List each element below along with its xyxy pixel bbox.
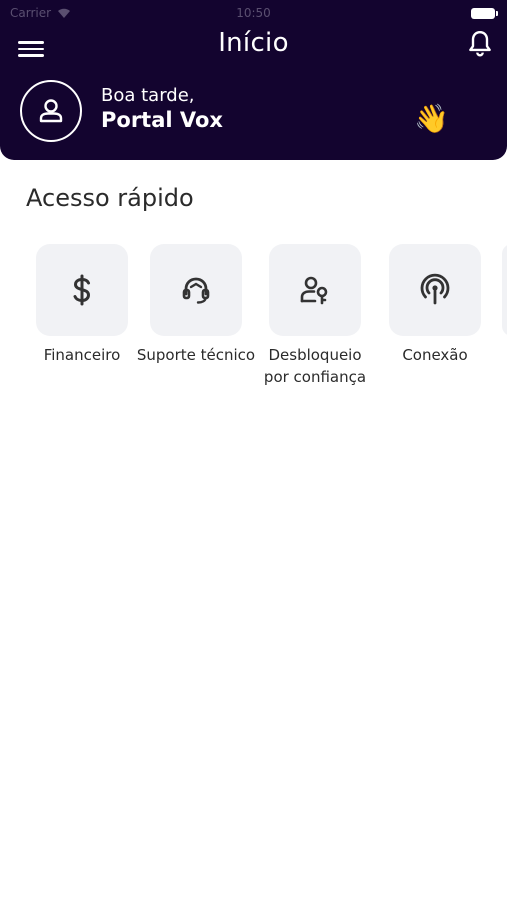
- quick-access-card[interactable]: [150, 244, 242, 336]
- quick-access-card[interactable]: [36, 244, 128, 336]
- quick-access-desbloqueio[interactable]: Desbloqueio por confiança: [255, 244, 375, 388]
- quick-access-card-partial[interactable]: [502, 244, 507, 336]
- quick-access-card[interactable]: [389, 244, 481, 336]
- page-title: Início: [218, 28, 289, 58]
- status-time: 10:50: [236, 6, 271, 20]
- bell-icon[interactable]: [467, 30, 493, 58]
- avatar[interactable]: [20, 80, 82, 142]
- quick-access-label: Financeiro: [43, 346, 121, 364]
- quick-access-title: Acesso rápido: [26, 184, 194, 212]
- user-key-icon: [300, 276, 328, 305]
- user-name: Portal Vox: [101, 108, 223, 132]
- status-bar: Carrier 10:50: [0, 0, 507, 26]
- app-header: Carrier 10:50 Início Boa tarde, Portal V…: [0, 0, 507, 160]
- quick-access-label: Conexão: [402, 346, 468, 364]
- user-icon: [39, 99, 63, 123]
- quick-access-label: Suporte técnico: [136, 346, 256, 364]
- battery-icon: [471, 8, 498, 19]
- dollar-icon: [73, 274, 91, 306]
- quick-access-label: Desbloqueio por confiança: [263, 346, 367, 386]
- quick-access-list: Financeiro Suporte técnico Desbloqueio p: [0, 244, 507, 404]
- signal-icon: [420, 273, 450, 305]
- headset-icon: [182, 277, 210, 304]
- greeting-text: Boa tarde,: [101, 85, 195, 106]
- quick-access-conexao[interactable]: Conexão: [375, 244, 495, 366]
- quick-access-suporte[interactable]: Suporte técnico: [136, 244, 256, 366]
- wave-emoji: 👋: [414, 102, 449, 135]
- quick-access-card[interactable]: [269, 244, 361, 336]
- quick-access-financeiro[interactable]: Financeiro: [22, 244, 142, 366]
